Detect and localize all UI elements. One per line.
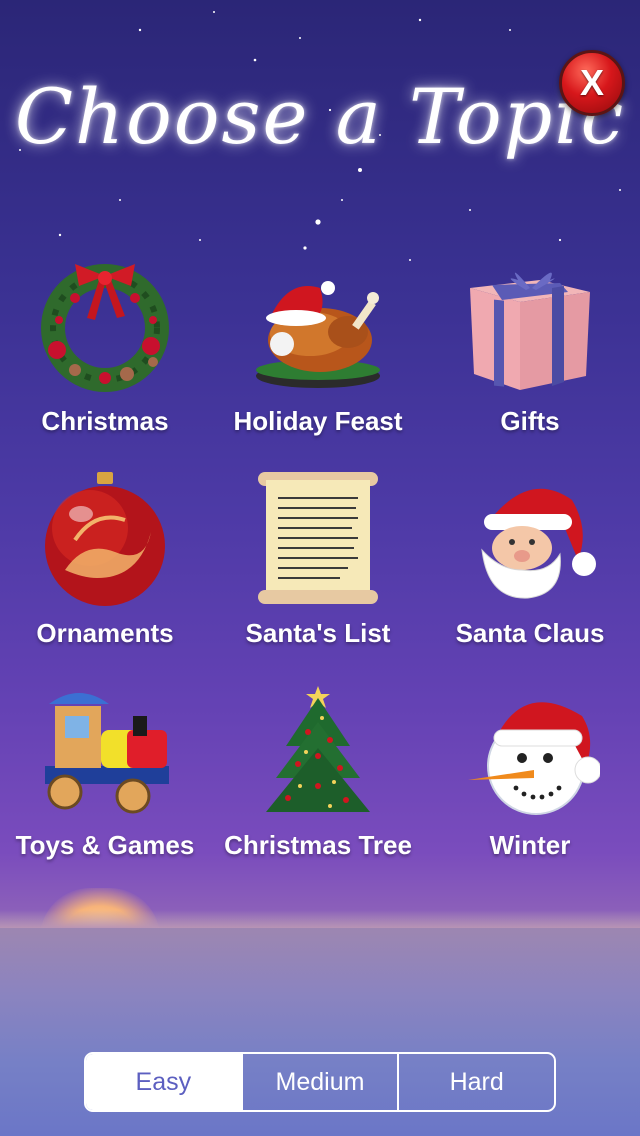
topic-winter[interactable]: Winter [425, 682, 635, 882]
topic-label: Christmas Tree [224, 830, 412, 860]
topic-label: Winter [489, 830, 571, 860]
topic-label: Holiday Feast [233, 406, 403, 436]
scroll-icon [258, 472, 378, 604]
topic-ornaments[interactable]: Ornaments [0, 470, 210, 670]
topic-christmas-tree[interactable]: Christmas Tree [213, 682, 423, 882]
snowman-icon [468, 702, 600, 815]
difficulty-hard[interactable]: Hard [397, 1054, 554, 1110]
turkey-icon [256, 281, 380, 388]
santa-icon [481, 488, 596, 599]
topic-label: Santa Claus [455, 618, 605, 648]
topic-gifts[interactable]: Gifts [425, 258, 635, 458]
topic-toys-games[interactable]: Toys & Games [0, 682, 210, 882]
difficulty-medium[interactable]: Medium [240, 1054, 398, 1110]
wreath-icon [41, 264, 169, 392]
difficulty-segmented-control: Easy Medium Hard [84, 1052, 556, 1112]
close-button[interactable]: X [559, 50, 625, 116]
topic-santa-claus[interactable]: Santa Claus [425, 470, 635, 670]
christmas-tree-icon [266, 686, 370, 812]
topic-holiday-feast[interactable]: Holiday Feast [213, 258, 423, 458]
page-title: Choose a Topic [14, 72, 626, 161]
topic-label: Santa's List [245, 618, 391, 648]
topic-christmas[interactable]: Christmas [0, 258, 210, 458]
topic-label: Toys & Games [15, 830, 195, 860]
ornament-icon [45, 472, 165, 606]
topic-label: Ornaments [36, 618, 174, 648]
gift-box-icon [470, 272, 590, 390]
topic-santas-list[interactable]: Santa's List [213, 470, 423, 670]
topic-label: Christmas [41, 406, 169, 436]
topic-label: Gifts [500, 406, 560, 436]
toy-train-icon [45, 693, 169, 814]
difficulty-easy[interactable]: Easy [86, 1054, 241, 1110]
close-icon: X [579, 62, 604, 103]
